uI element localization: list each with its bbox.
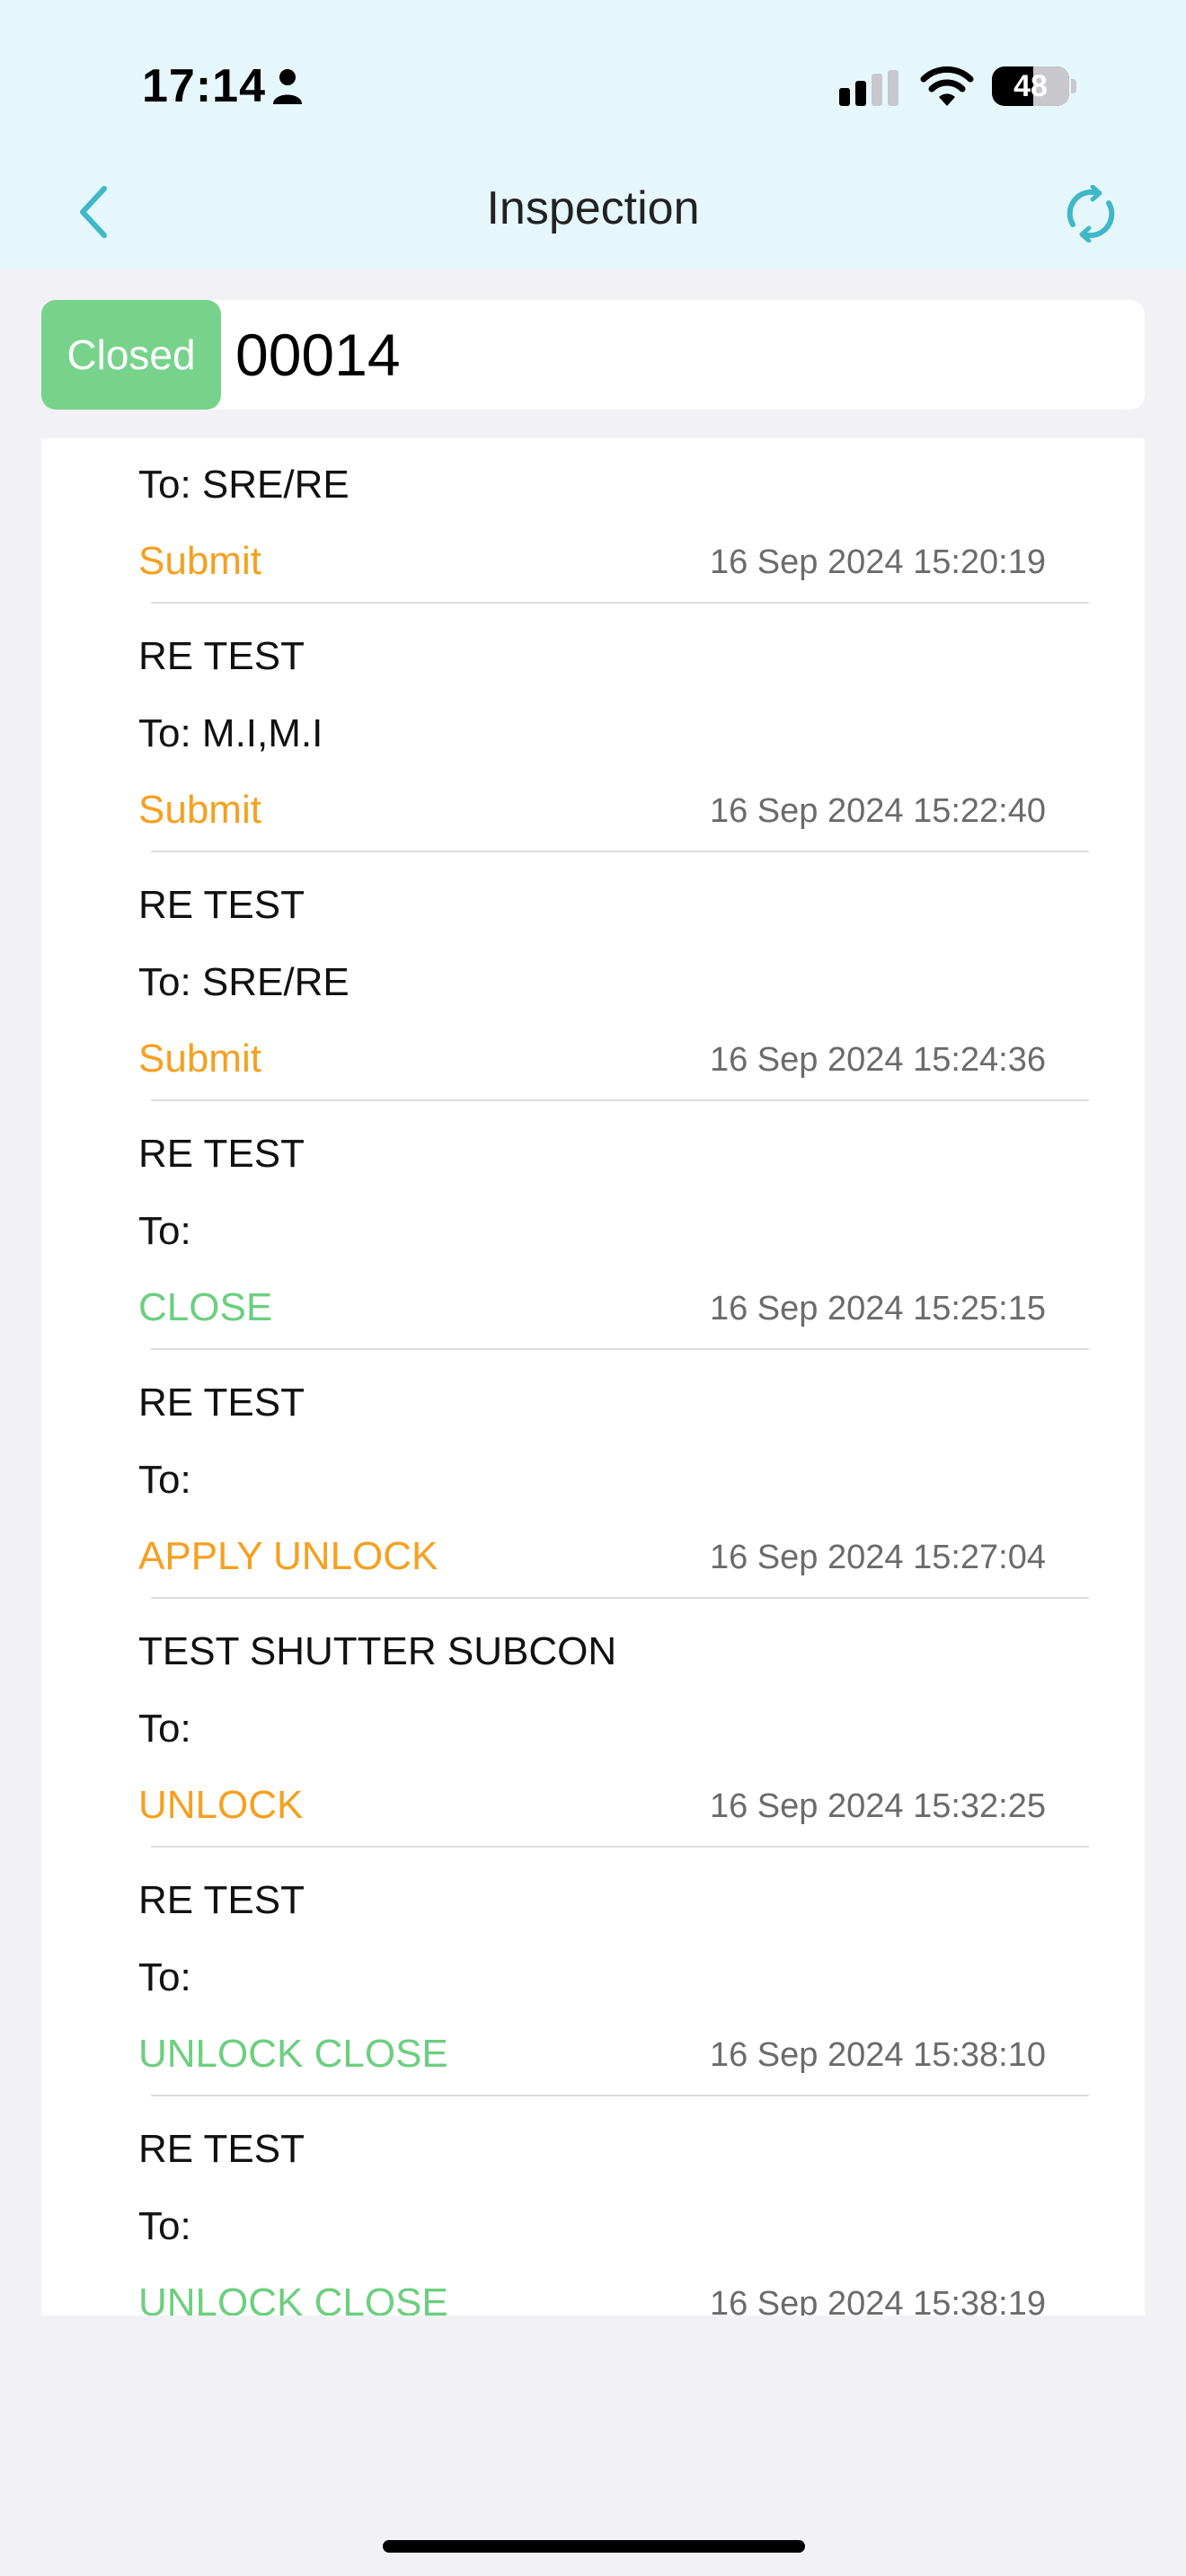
entry-by: RE TEST [138, 883, 305, 927]
entry-action: CLOSE [138, 1285, 273, 1329]
battery-tip [1071, 79, 1076, 93]
battery-icon: 48 [992, 66, 1069, 106]
history-list[interactable]: To: SRE/RE Submit 16 Sep 2024 15:20:19 R… [41, 438, 1145, 2316]
entry-to: To: [138, 1458, 191, 1502]
entry-to: To: [138, 1707, 191, 1751]
entry-time: 16 Sep 2024 15:32:25 [709, 1787, 1046, 1825]
entry-time: 16 Sep 2024 15:22:40 [709, 792, 1046, 830]
entry-to: To: [138, 2204, 191, 2248]
entry-time: 16 Sep 2024 15:20:19 [709, 543, 1046, 581]
record-header: Closed 00014 [41, 300, 1145, 410]
entry-action: Submit [138, 788, 261, 832]
entry-to: To: [138, 1955, 191, 1999]
entry-action: Submit [138, 539, 261, 583]
page-title: Inspection [486, 182, 700, 234]
status-time: 17:14 [142, 60, 266, 112]
wifi-icon [920, 66, 974, 106]
person-icon [273, 69, 302, 104]
list-item: RE TEST To: M.I,M.I Submit 16 Sep 2024 1… [41, 604, 1145, 852]
entry-by: RE TEST [138, 634, 305, 678]
entry-action: UNLOCK CLOSE [138, 2280, 448, 2316]
list-item: RE TEST To: SRE/RE Submit 16 Sep 2024 15… [41, 852, 1145, 1101]
list-item: RE TEST To: UNLOCK CLOSE 16 Sep 2024 15:… [41, 2096, 1145, 2316]
entry-to: To: M.I,M.I [138, 711, 323, 755]
list-item: RE TEST To: APPLY UNLOCK 16 Sep 2024 15:… [41, 1350, 1145, 1599]
entry-by: RE TEST [138, 1878, 305, 1922]
entry-time: 16 Sep 2024 15:24:36 [709, 1041, 1046, 1079]
list-item: TEST SHUTTER SUBCON To: UNLOCK 16 Sep 20… [41, 1599, 1145, 1848]
entry-to: To: SRE/RE [138, 960, 350, 1004]
top-bar: 17:14 48 Inspection [0, 0, 1186, 269]
list-item: RE TEST To: CLOSE 16 Sep 2024 15:25:15 [41, 1101, 1145, 1350]
entry-action: UNLOCK CLOSE [138, 2032, 448, 2076]
entry-time: 16 Sep 2024 15:27:04 [709, 1539, 1046, 1576]
entry-to: To: [138, 1209, 191, 1253]
entry-by: TEST SHUTTER SUBCON [138, 1629, 617, 1673]
entry-to: To: SRE/RE [138, 463, 350, 507]
entry-by: RE TEST [138, 1132, 305, 1176]
list-item: RE TEST To: UNLOCK CLOSE 16 Sep 2024 15:… [41, 1848, 1145, 2096]
entry-by: RE TEST [138, 1381, 305, 1425]
entry-action: UNLOCK [138, 1783, 304, 1827]
status-badge: Closed [41, 300, 221, 410]
entry-by: RE TEST [138, 2127, 305, 2171]
entry-time: 16 Sep 2024 15:38:19 [709, 2285, 1046, 2316]
cellular-signal-icon [839, 70, 898, 106]
list-item: To: SRE/RE Submit 16 Sep 2024 15:20:19 [41, 438, 1145, 604]
entry-action: Submit [138, 1037, 261, 1081]
entry-action: APPLY UNLOCK [138, 1534, 438, 1578]
battery-level: 48 [1013, 69, 1048, 103]
home-indicator[interactable] [383, 2540, 805, 2553]
refresh-button[interactable] [1062, 185, 1120, 243]
entry-time: 16 Sep 2024 15:38:10 [709, 2036, 1046, 2074]
entry-time: 16 Sep 2024 15:25:15 [709, 1290, 1046, 1328]
record-number: 00014 [235, 322, 401, 388]
